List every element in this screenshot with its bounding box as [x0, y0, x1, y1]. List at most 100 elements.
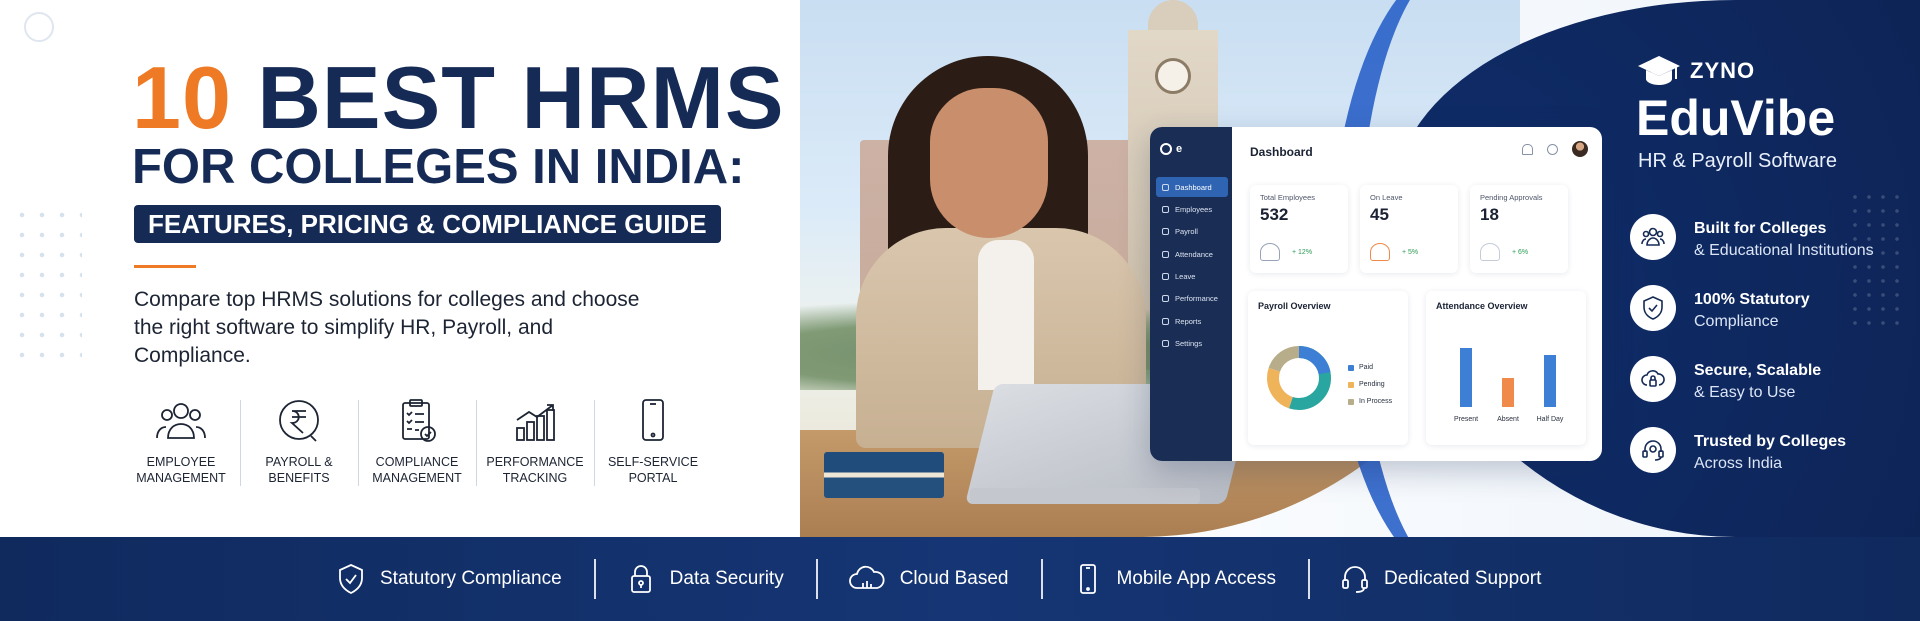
- clipboard-check-icon: [402, 399, 436, 442]
- headline-number: 10: [132, 48, 232, 147]
- benefit-title: 100% Statutory: [1694, 291, 1810, 308]
- bar-label: Present: [1453, 416, 1479, 423]
- benefit-subtitle: & Educational Institutions: [1694, 242, 1874, 259]
- headline-pill: FEATURES, PRICING & COMPLIANCE GUIDE: [134, 205, 721, 243]
- stat-value: 532: [1260, 205, 1289, 224]
- stat-delta: + 6%: [1512, 248, 1529, 256]
- bell-icon[interactable]: [1522, 143, 1533, 155]
- bottom-item-label: Dedicated Support: [1383, 568, 1542, 589]
- stat-card-on-leave: On Leave 45 + 5%: [1360, 185, 1458, 273]
- legend-swatch: [1348, 381, 1354, 388]
- legend-entry: Pending: [1348, 376, 1392, 393]
- headset-icon: [1642, 440, 1664, 461]
- gear-icon[interactable]: [1547, 143, 1558, 155]
- benefit-list: Built for Colleges & Educational Institu…: [1630, 214, 1874, 498]
- legend-entry: In Process: [1348, 393, 1392, 410]
- dashboard-mockup: e Dashboard Employees Payroll Attendance…: [1150, 127, 1602, 461]
- feature-label: COMPLIANCE MANAGEMENT: [372, 455, 462, 485]
- growth-chart-icon: [516, 404, 555, 441]
- bar-absent: [1502, 377, 1514, 407]
- person-icon: [1370, 243, 1390, 261]
- dashboard-nav-item-employees[interactable]: Employees: [1156, 199, 1228, 219]
- feature-compliance-management: COMPLIANCE MANAGEMENT: [358, 398, 476, 490]
- accent-divider: [134, 265, 196, 268]
- lock-icon: [630, 565, 651, 593]
- benefit-title: Secure, Scalable: [1694, 362, 1822, 379]
- dashboard-nav-item-dashboard[interactable]: Dashboard: [1156, 177, 1228, 197]
- bottom-item-label: Statutory Compliance: [380, 568, 562, 589]
- legend-swatch: [1348, 364, 1354, 371]
- dashboard-icon: [1162, 183, 1169, 191]
- dashboard-logo-icon: e: [1160, 143, 1182, 155]
- bottom-item-label: Data Security: [669, 568, 784, 589]
- bottom-item-label: Cloud Based: [899, 568, 1009, 589]
- panel-title: Payroll Overview: [1258, 301, 1331, 311]
- benefit-title: Built for Colleges: [1694, 220, 1827, 237]
- people-icon: [1162, 205, 1169, 213]
- dashboard-nav-item-leave[interactable]: Leave: [1156, 267, 1228, 287]
- company-name: ZYNO: [1690, 58, 1756, 83]
- people-icon: [1641, 227, 1665, 246]
- intro-text: Compare top HRMS solutions for colleges …: [134, 288, 640, 367]
- headline-line1-text: BEST HRMS: [257, 48, 785, 147]
- dashboard-nav-item-settings[interactable]: Settings: [1156, 334, 1228, 354]
- benefit-subtitle: Compliance: [1694, 313, 1779, 330]
- stat-card-pending-approvals: Pending Approvals 18 + 6%: [1470, 185, 1568, 273]
- benefit-title: Trusted by Colleges: [1694, 433, 1847, 450]
- stat-delta: + 12%: [1292, 248, 1313, 256]
- headline-line2: FOR COLLEGES IN INDIA:: [132, 140, 745, 194]
- dashboard-sidebar: e Dashboard Employees Payroll Attendance…: [1150, 127, 1232, 461]
- bar-label: Half Day: [1536, 416, 1564, 423]
- calendar-icon: [1162, 250, 1169, 258]
- dashboard-nav-item-payroll[interactable]: Payroll: [1156, 222, 1228, 242]
- bottom-item-statutory-compliance: Statutory Compliance: [336, 537, 594, 621]
- benefit-item: Trusted by Colleges Across India: [1630, 427, 1874, 498]
- payroll-legend: Paid Pending In Process: [1348, 359, 1392, 410]
- stat-label: Total Employees: [1260, 193, 1316, 202]
- bottom-item-dedicated-support: Dedicated Support: [1307, 537, 1573, 621]
- graduation-cap-icon: [1638, 56, 1680, 85]
- panel-title: Attendance Overview: [1436, 301, 1528, 311]
- feature-payroll-benefits: PAYROLL & BENEFITS: [240, 398, 358, 490]
- cloud-icon: [848, 565, 885, 589]
- report-icon: [1162, 317, 1169, 325]
- shield-check-icon: [339, 564, 363, 595]
- gear-icon: [1162, 340, 1169, 348]
- dashboard-nav-item-attendance[interactable]: Attendance: [1156, 244, 1228, 264]
- product-tagline: HR & Payroll Software: [1638, 150, 1837, 172]
- legend-entry: Paid: [1348, 359, 1392, 376]
- avatar[interactable]: [1572, 141, 1588, 157]
- feature-label: EMPLOYEE MANAGEMENT: [136, 455, 226, 485]
- payroll-overview-panel: Payroll Overview Paid Pending In Process: [1248, 291, 1408, 445]
- headset-icon: [1342, 566, 1368, 593]
- dashboard-title: Dashboard: [1250, 145, 1313, 159]
- dashboard-top-icons: [1522, 141, 1588, 157]
- stat-label: Pending Approvals: [1480, 193, 1543, 202]
- bottom-feature-bar: Statutory Compliance Data Security Cloud…: [0, 537, 1920, 621]
- attendance-bar-chart: Present Absent Half Day: [1440, 319, 1570, 429]
- bottom-item-label: Mobile App Access: [1116, 568, 1276, 589]
- feature-self-service-portal: SELF-SERVICE PORTAL: [594, 398, 712, 490]
- feature-label: PERFORMANCE TRACKING: [486, 455, 584, 485]
- legend-swatch: [1348, 398, 1354, 405]
- chart-icon: [1162, 295, 1169, 303]
- books: [824, 452, 944, 498]
- stat-label: On Leave: [1370, 193, 1403, 202]
- stat-value: 18: [1480, 205, 1499, 224]
- bar-label: Absent: [1497, 416, 1519, 423]
- dashboard-nav-item-performance[interactable]: Performance: [1156, 289, 1228, 309]
- decorative-ring: [24, 12, 54, 42]
- shield-check-icon: [1643, 296, 1663, 320]
- person-shirt: [978, 240, 1034, 390]
- bar-half-day: [1544, 354, 1556, 407]
- product-name: EduVibe: [1636, 90, 1836, 146]
- cloud-lock-icon: [1641, 370, 1665, 387]
- bottom-item-cloud-based: Cloud Based: [815, 537, 1041, 621]
- dashboard-nav-item-reports[interactable]: Reports: [1156, 311, 1228, 331]
- mobile-icon: [1079, 564, 1096, 594]
- decorative-dot-grid: [12, 205, 82, 365]
- people-icon: [156, 403, 206, 439]
- bottom-item-mobile-app-access: Mobile App Access: [1040, 537, 1308, 621]
- person-icon: [1480, 243, 1500, 261]
- stat-card-total-employees: Total Employees 532 + 12%: [1250, 185, 1348, 273]
